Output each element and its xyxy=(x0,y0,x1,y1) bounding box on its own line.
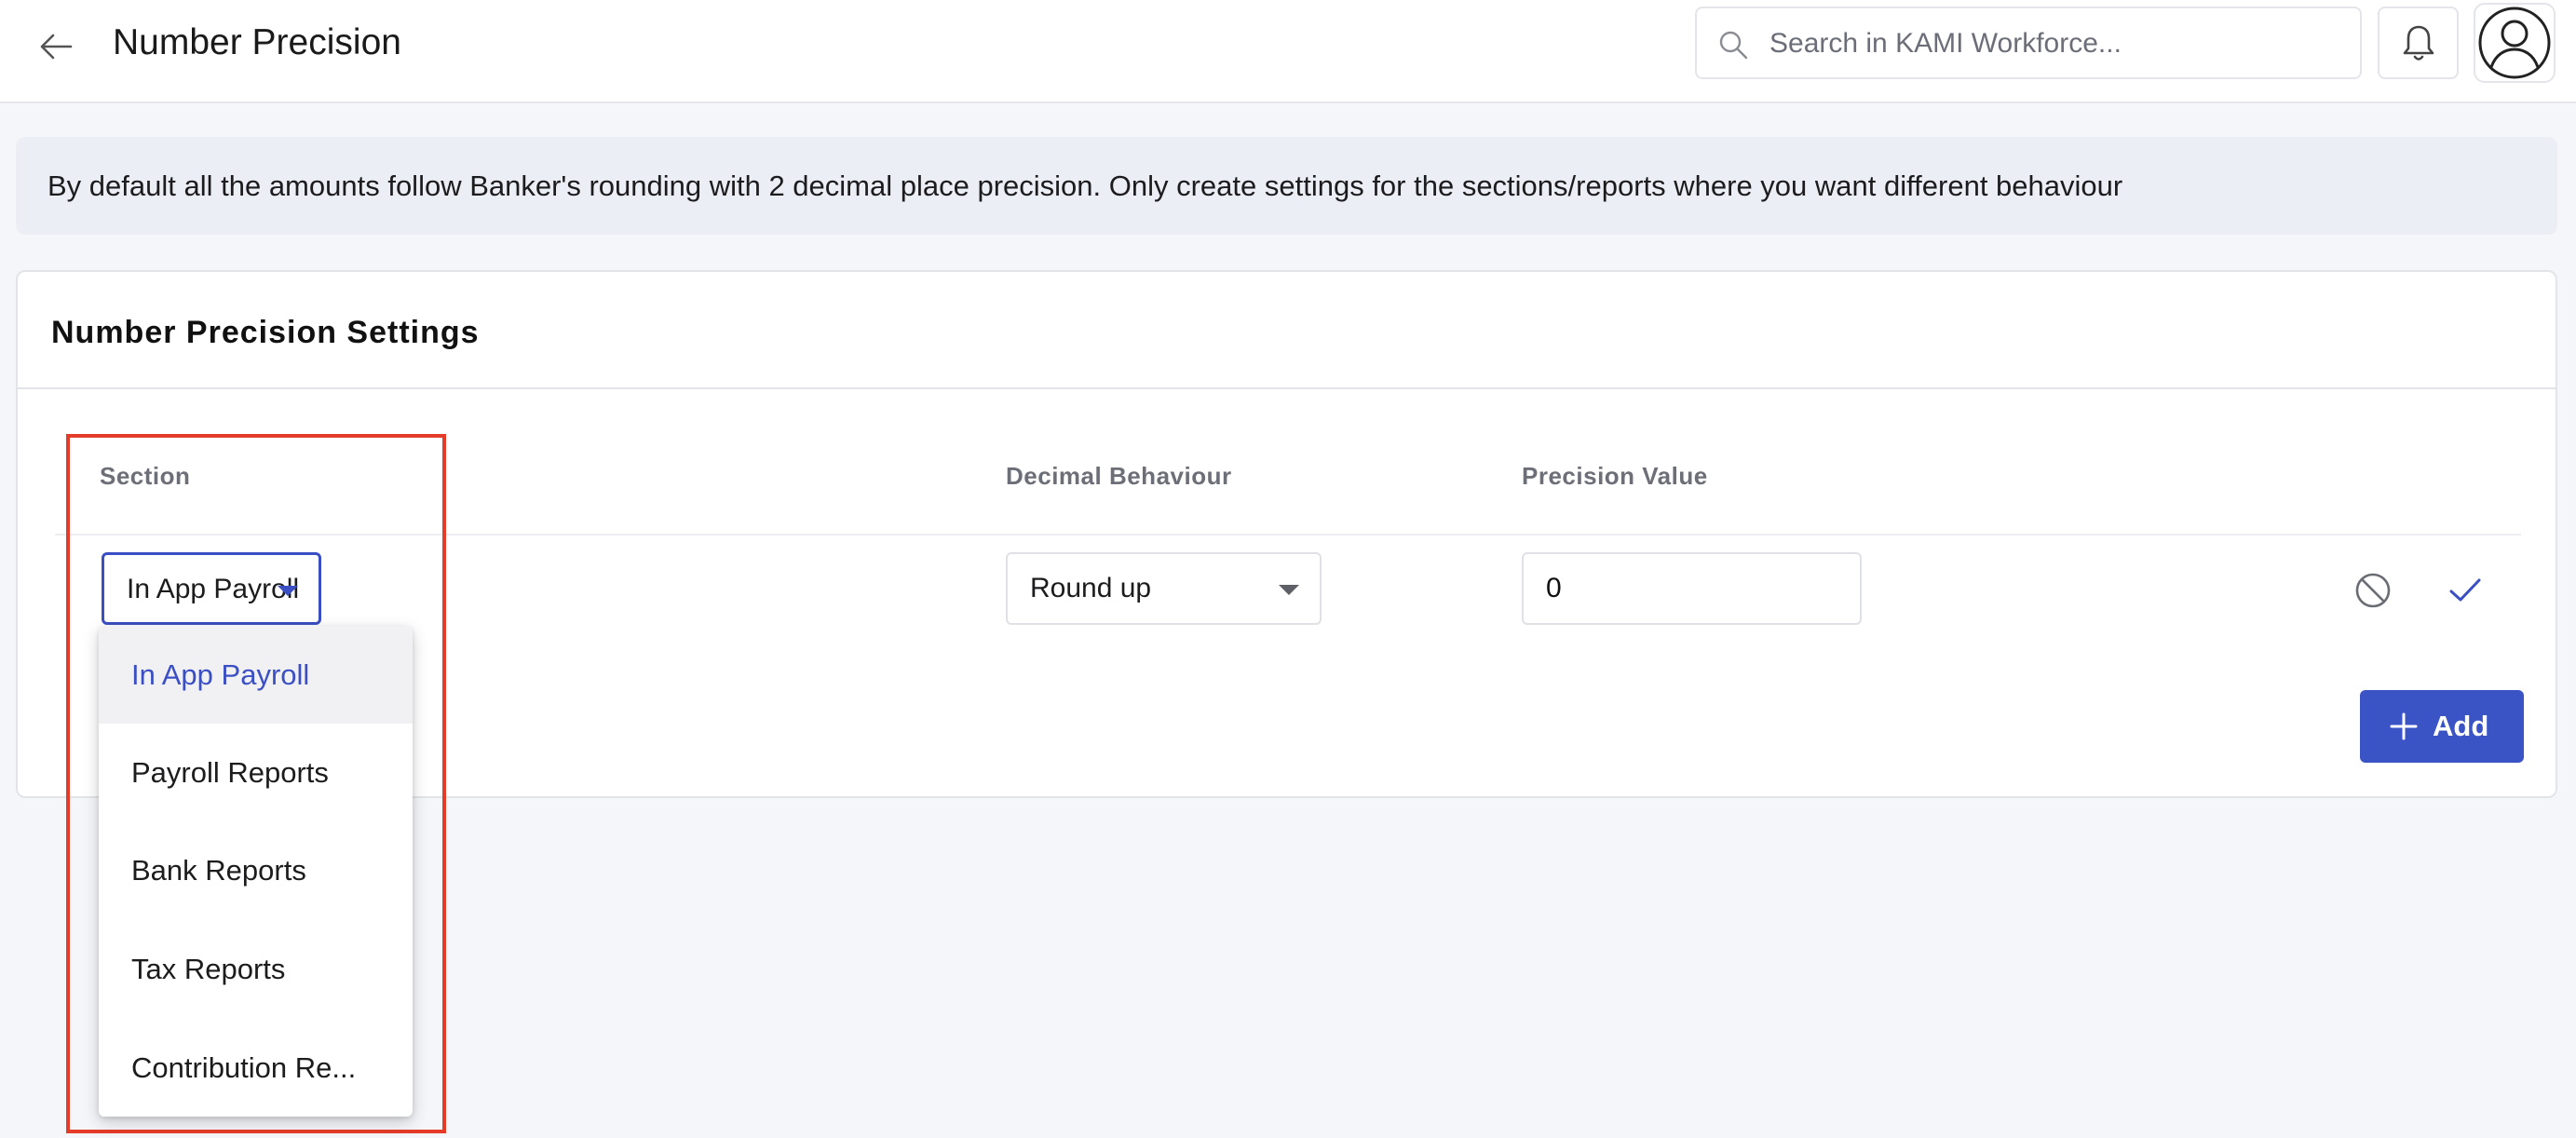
back-button[interactable] xyxy=(28,19,84,75)
info-banner: By default all the amounts follow Banker… xyxy=(16,137,2557,235)
column-header-decimal-behaviour: Decimal Behaviour xyxy=(1006,462,1232,490)
section-dropdown-menu: In App Payroll Payroll Reports Bank Repo… xyxy=(99,626,413,1117)
divider xyxy=(18,387,2556,389)
dropdown-option-contribution-reports[interactable]: Contribution Re... xyxy=(99,1019,413,1117)
dropdown-option-tax-reports[interactable]: Tax Reports xyxy=(99,920,413,1018)
search-input[interactable] xyxy=(1769,18,2338,70)
card-title: Number Precision Settings xyxy=(51,315,480,350)
user-avatar[interactable] xyxy=(2474,3,2556,83)
add-button[interactable]: Add xyxy=(2360,690,2524,763)
save-row-button[interactable] xyxy=(2445,570,2486,611)
caret-down-icon xyxy=(1279,585,1299,595)
top-bar: Number Precision xyxy=(0,0,2576,103)
arrow-left-icon xyxy=(40,34,73,60)
dropdown-option-bank-reports[interactable]: Bank Reports xyxy=(99,821,413,919)
search-icon xyxy=(1719,31,1748,60)
user-icon xyxy=(2478,7,2551,79)
add-button-label: Add xyxy=(2433,710,2489,742)
column-header-precision-value: Precision Value xyxy=(1522,462,1708,490)
check-icon xyxy=(2449,578,2481,602)
plus-icon xyxy=(2390,712,2418,740)
decimal-behaviour-value: Round up xyxy=(1030,573,1152,603)
notifications-button[interactable] xyxy=(2378,7,2459,79)
page-title: Number Precision xyxy=(113,22,401,62)
decimal-behaviour-select[interactable]: Round up xyxy=(1006,552,1322,625)
precision-value-input[interactable] xyxy=(1522,552,1862,625)
search-box[interactable] xyxy=(1695,7,2362,79)
block-icon xyxy=(2355,573,2391,608)
bell-icon xyxy=(2403,25,2434,61)
dropdown-option-in-app-payroll[interactable]: In App Payroll xyxy=(99,626,413,724)
cancel-row-button[interactable] xyxy=(2352,570,2393,611)
dropdown-option-payroll-reports[interactable]: Payroll Reports xyxy=(99,724,413,821)
